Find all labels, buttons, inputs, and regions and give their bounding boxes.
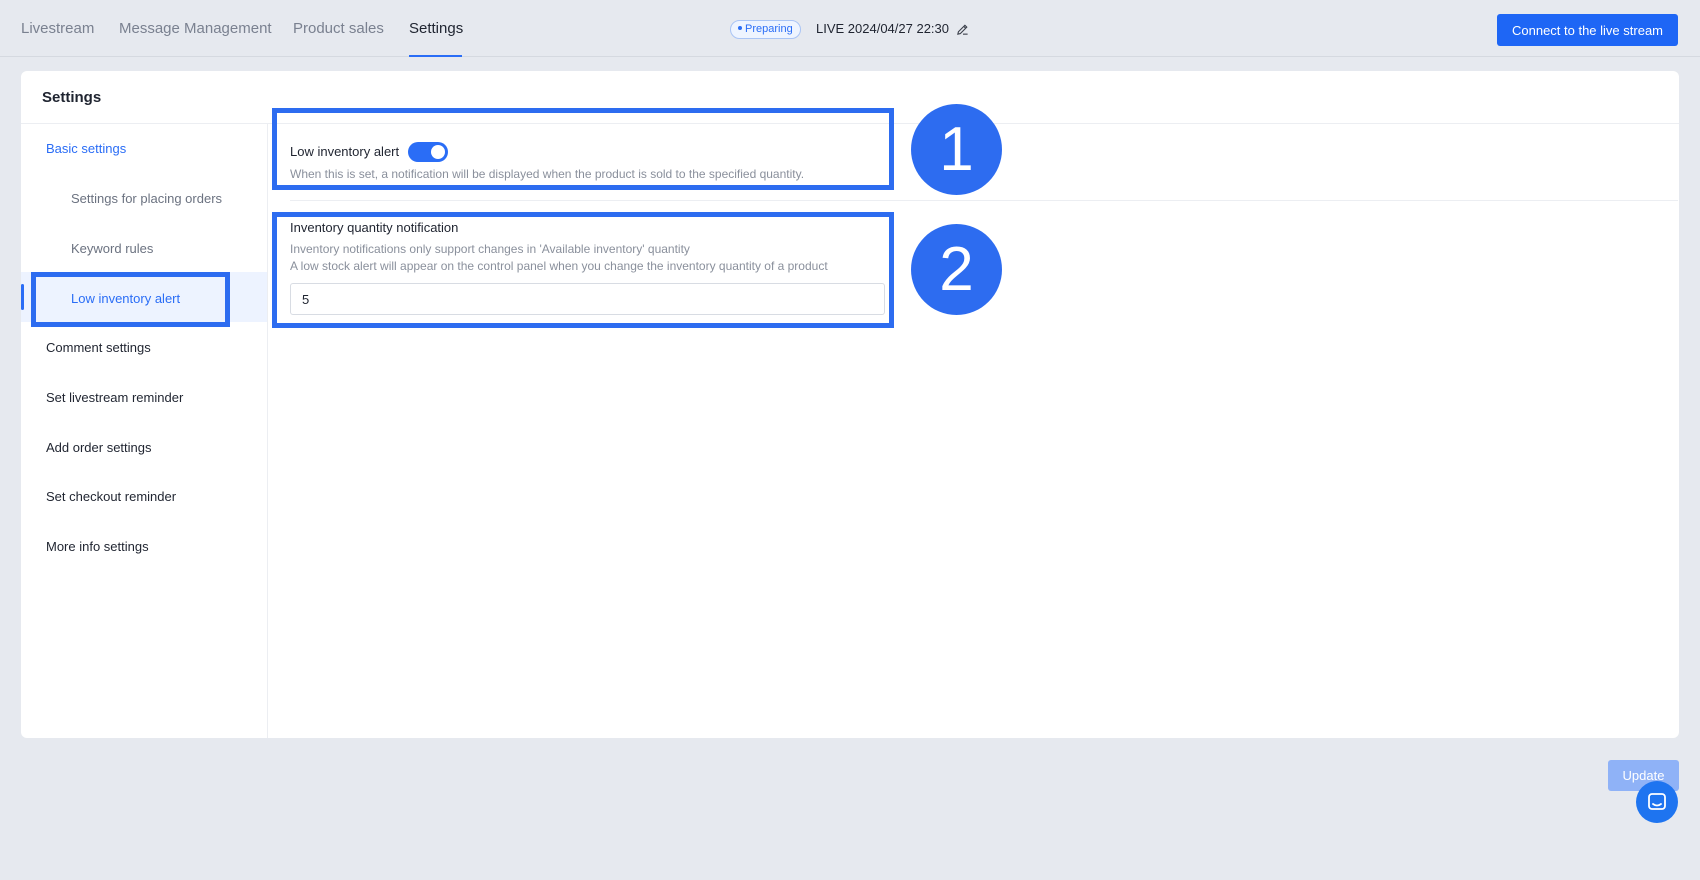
tab-product-sales[interactable]: Product sales bbox=[293, 20, 384, 37]
sidebar-item-comment-settings[interactable]: Comment settings bbox=[46, 340, 151, 355]
connect-live-stream-button[interactable]: Connect to the live stream bbox=[1497, 14, 1678, 46]
chat-icon bbox=[1648, 793, 1666, 810]
sidebar-active-indicator bbox=[21, 284, 24, 310]
pencil-icon[interactable] bbox=[956, 23, 969, 36]
highlight-box-sidebar bbox=[31, 272, 230, 327]
status-badge-label: Preparing bbox=[745, 23, 793, 35]
sidebar-item-basic-settings[interactable]: Basic settings bbox=[46, 141, 126, 156]
tab-message-management[interactable]: Message Management bbox=[119, 20, 272, 37]
sidebar-item-checkout-reminder[interactable]: Set checkout reminder bbox=[46, 489, 176, 504]
sidebar-item-livestream-reminder[interactable]: Set livestream reminder bbox=[46, 390, 183, 405]
status-dot-icon bbox=[738, 26, 742, 31]
top-nav: Livestream Message Management Product sa… bbox=[0, 0, 1700, 57]
sidebar-item-add-order-settings[interactable]: Add order settings bbox=[46, 440, 152, 455]
sidebar-item-keyword-rules[interactable]: Keyword rules bbox=[71, 241, 153, 256]
highlight-box-1 bbox=[272, 108, 894, 190]
sidebar-item-more-info-settings[interactable]: More info settings bbox=[46, 539, 149, 554]
sidebar-divider bbox=[267, 124, 268, 738]
annotation-marker-2: 2 bbox=[911, 224, 1002, 315]
status-badge: Preparing bbox=[730, 20, 801, 39]
tab-livestream[interactable]: Livestream bbox=[21, 20, 94, 37]
tab-settings[interactable]: Settings bbox=[409, 20, 463, 37]
annotation-marker-1: 1 bbox=[911, 104, 1002, 195]
highlight-box-2 bbox=[272, 212, 894, 328]
section-divider bbox=[290, 200, 1678, 201]
active-tab-indicator bbox=[409, 55, 462, 57]
chat-launcher-button[interactable] bbox=[1636, 781, 1678, 823]
page-title: Settings bbox=[42, 89, 102, 106]
sidebar-item-placing-orders[interactable]: Settings for placing orders bbox=[71, 191, 222, 206]
live-title: LIVE 2024/04/27 22:30 bbox=[816, 21, 950, 36]
